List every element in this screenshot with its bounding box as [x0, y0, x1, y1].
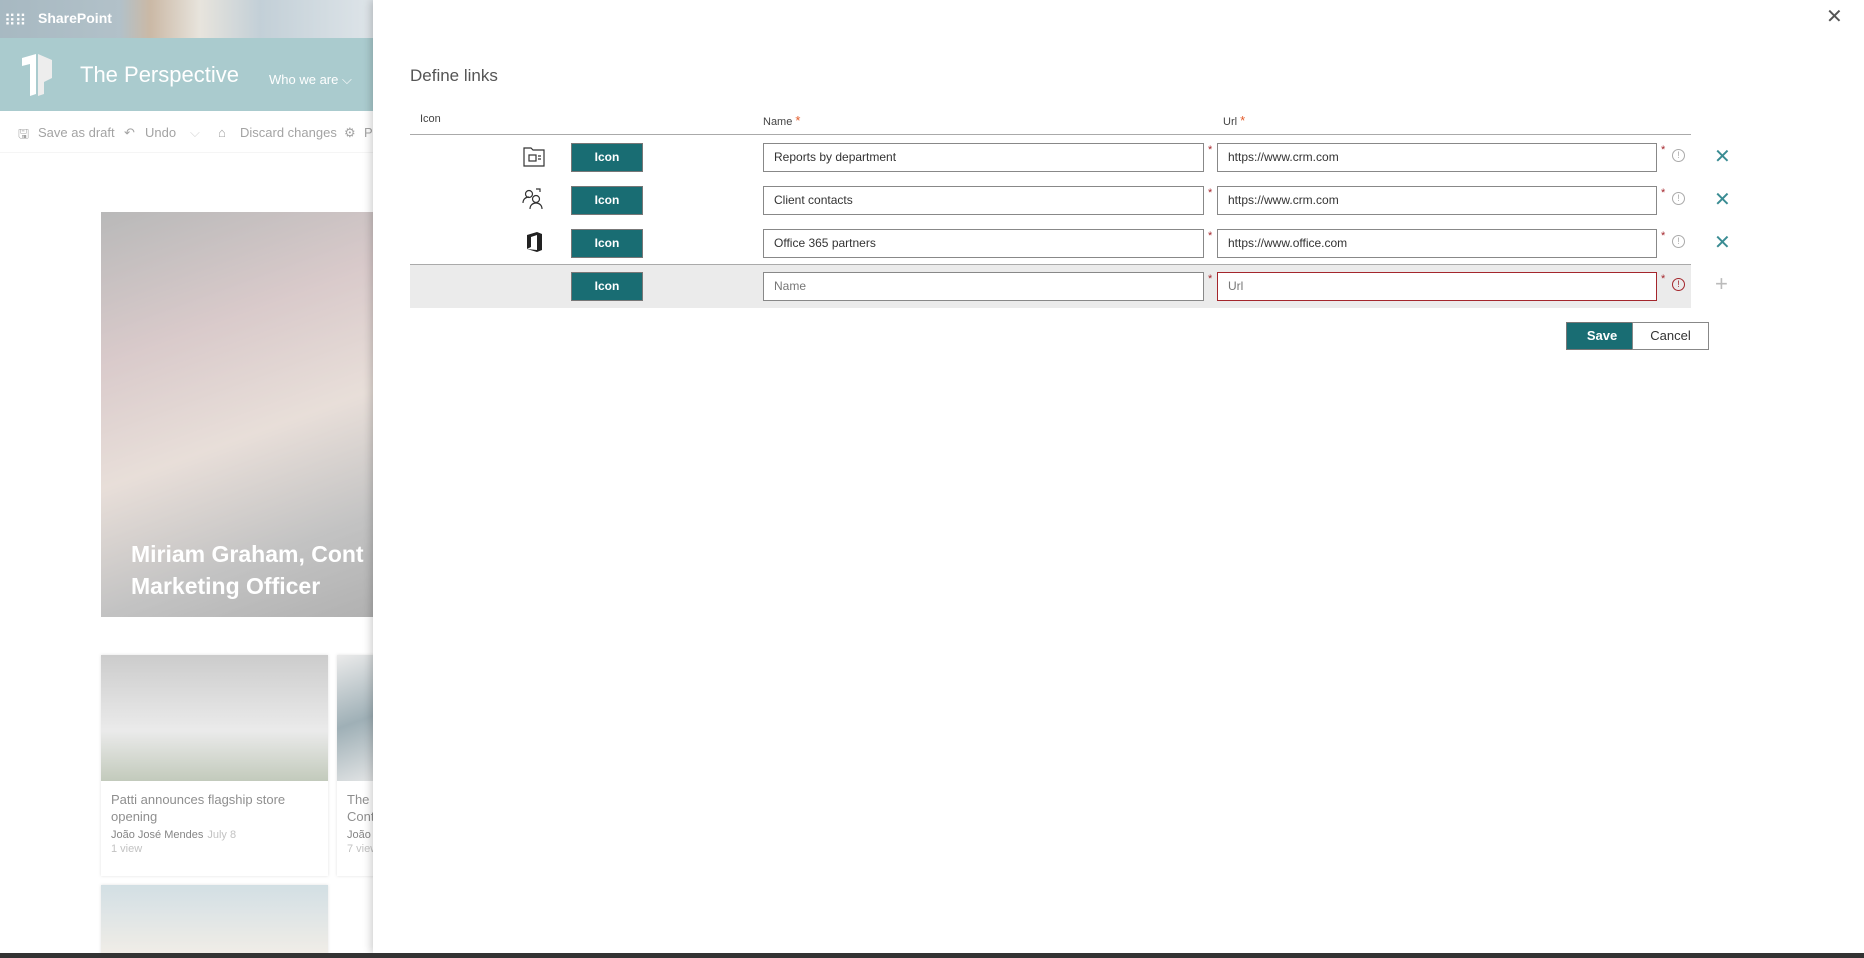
error-icon: ! — [1672, 278, 1685, 291]
required-mark: * — [1661, 187, 1666, 199]
column-header-url: Url — [1223, 116, 1238, 128]
new-link-row: Icon Name * Url * ! + — [410, 265, 1728, 308]
info-icon: ! — [1672, 149, 1685, 162]
folder-report-icon — [523, 147, 545, 167]
choose-icon-button[interactable]: Icon — [571, 229, 643, 258]
close-panel-icon[interactable]: ✕ — [1826, 4, 1843, 29]
delete-row-icon[interactable]: ✕ — [1714, 187, 1731, 212]
delete-row-icon[interactable]: ✕ — [1714, 230, 1731, 255]
contacts-icon — [522, 188, 543, 210]
url-input[interactable]: https://www.crm.com — [1217, 186, 1657, 215]
required-mark: * — [1208, 230, 1213, 242]
required-mark: * — [1208, 187, 1213, 199]
required-mark: * — [1208, 273, 1213, 285]
required-mark: * — [1661, 230, 1666, 242]
required-mark: * — [1661, 144, 1666, 156]
required-mark: * — [1208, 144, 1213, 156]
new-url-input[interactable]: Url — [1217, 272, 1657, 301]
column-header-name: Name — [763, 116, 793, 128]
sharepoint-page-background: ⠿⠿ SharePoint The Perspective Who we are… — [0, 0, 373, 958]
url-input[interactable]: https://www.crm.com — [1217, 143, 1657, 172]
name-input[interactable]: Client contacts — [763, 186, 1204, 215]
define-links-panel: ✕ Define links Icon Name * Url * Icon Re… — [373, 0, 1864, 953]
new-name-input[interactable]: Name — [763, 272, 1204, 301]
link-row: Icon Reports by department * https://www… — [410, 136, 1731, 179]
office-logo-icon — [527, 232, 542, 252]
taskbar-edge — [0, 953, 1864, 958]
add-row-icon[interactable]: + — [1715, 271, 1728, 297]
choose-icon-button[interactable]: Icon — [571, 272, 643, 301]
link-row: Icon Client contacts * https://www.crm.c… — [410, 179, 1731, 222]
info-icon: ! — [1672, 192, 1685, 205]
required-mark: * — [1240, 113, 1246, 128]
header-divider — [410, 134, 1691, 135]
name-input[interactable]: Reports by department — [763, 143, 1204, 172]
column-header-icon: Icon — [420, 113, 441, 125]
link-row: Icon Office 365 partners * https://www.o… — [410, 222, 1731, 265]
delete-row-icon[interactable]: ✕ — [1714, 144, 1731, 169]
panel-title: Define links — [410, 66, 498, 85]
name-input[interactable]: Office 365 partners — [763, 229, 1204, 258]
choose-icon-button[interactable]: Icon — [571, 186, 643, 215]
required-mark: * — [795, 113, 801, 128]
info-icon: ! — [1672, 235, 1685, 248]
overlay[interactable] — [0, 0, 373, 958]
choose-icon-button[interactable]: Icon — [571, 143, 643, 172]
url-input[interactable]: https://www.office.com — [1217, 229, 1657, 258]
required-mark: * — [1661, 273, 1666, 285]
cancel-button[interactable]: Cancel — [1632, 322, 1709, 350]
save-button[interactable]: Save — [1566, 322, 1638, 350]
